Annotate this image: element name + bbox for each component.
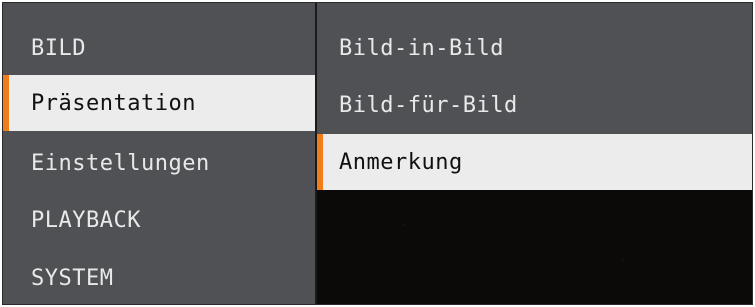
submenu-item-label: Bild-für-Bild xyxy=(339,92,518,118)
main-menu-item-label: PLAYBACK xyxy=(31,207,141,233)
main-menu-item-label: SYSTEM xyxy=(31,265,114,291)
main-menu-item-praesentation[interactable]: Präsentation xyxy=(3,75,315,131)
submenu-item-label: Anmerkung xyxy=(339,149,463,175)
main-menu-item-bild[interactable]: BILD xyxy=(3,20,315,76)
osd-menu: BILD Präsentation Einstellungen PLAYBACK… xyxy=(2,2,753,305)
main-menu: BILD Präsentation Einstellungen PLAYBACK… xyxy=(3,3,317,304)
main-menu-item-label: Einstellungen xyxy=(31,150,210,176)
main-menu-item-label: BILD xyxy=(31,35,86,61)
main-menu-item-system[interactable]: SYSTEM xyxy=(3,250,315,304)
submenu-item-bild-fuer-bild[interactable]: Bild-für-Bild xyxy=(317,77,752,133)
main-menu-item-playback[interactable]: PLAYBACK xyxy=(3,192,315,248)
main-menu-item-einstellungen[interactable]: Einstellungen xyxy=(3,135,315,191)
video-background xyxy=(317,190,752,304)
submenu: Bild-in-Bild Bild-für-Bild Anmerkung xyxy=(317,3,752,304)
submenu-item-label: Bild-in-Bild xyxy=(339,35,504,61)
submenu-item-bild-in-bild[interactable]: Bild-in-Bild xyxy=(317,20,752,76)
submenu-item-anmerkung[interactable]: Anmerkung xyxy=(317,134,752,190)
main-menu-item-label: Präsentation xyxy=(31,90,196,116)
